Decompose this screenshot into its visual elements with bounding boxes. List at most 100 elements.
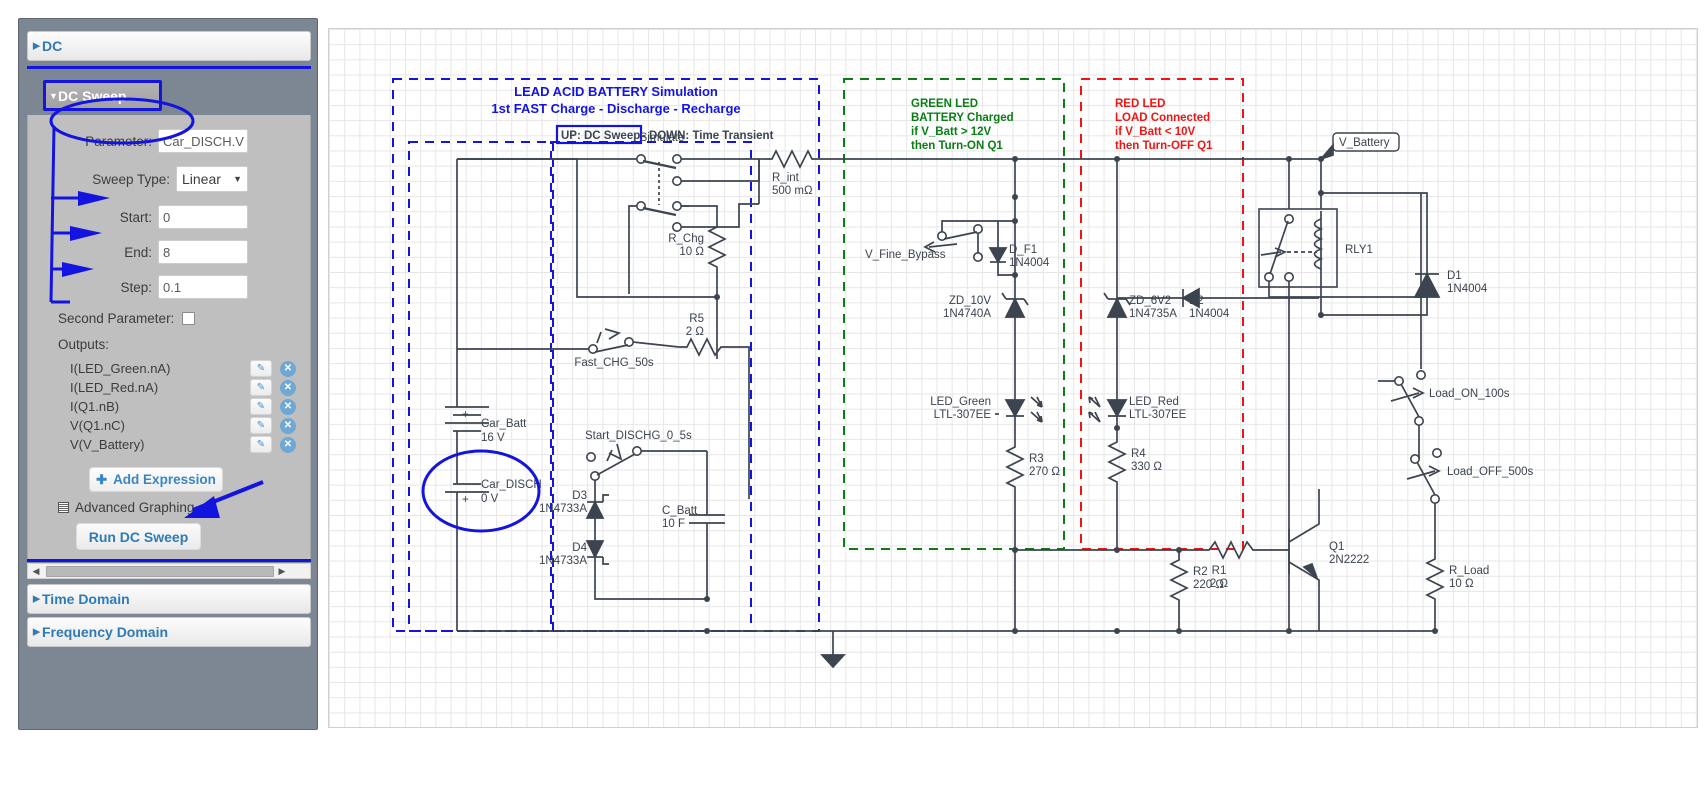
component-label-r4-name: R4 [1131, 448, 1146, 460]
sidebar-section-time-domain[interactable]: ▶ Time Domain [27, 584, 311, 614]
scrollbar-thumb[interactable] [46, 565, 274, 577]
add-expression-button[interactable]: ✚ Add Expression [89, 467, 223, 492]
list-item: V(V_Battery) ✎ ✕ [70, 435, 296, 454]
delete-circle-icon[interactable]: ✕ [280, 417, 296, 434]
component-label-load-on: Load_ON_100s [1429, 388, 1510, 400]
switch-terminal [671, 222, 682, 233]
output-expression: V(Q1.nC) [70, 418, 125, 433]
component-label-zd-10v-value: 1N4740A [943, 308, 991, 320]
component-label-rly1: RLY1 [1345, 244, 1373, 256]
pencil-icon[interactable]: ✎ [250, 417, 272, 434]
component-label-r2-name: R2 [1193, 566, 1208, 578]
plus-icon: ✚ [96, 471, 108, 487]
component-label-car-batt-value: 16 V [481, 432, 505, 444]
chevron-right-icon: ▶ [33, 626, 40, 637]
component-label-r4-value: 330 Ω [1131, 461, 1162, 473]
delete-circle-icon[interactable]: ✕ [280, 398, 296, 415]
component-label-r-load-name: R_Load [1449, 565, 1489, 577]
scroll-left-arrow-icon[interactable]: ◀ [28, 566, 44, 577]
component-label-r-chg-name: R_Chg [668, 233, 704, 245]
advanced-graphing-link[interactable]: Advanced Graphing... [58, 500, 206, 515]
parameter-label: Parameter: [85, 133, 152, 149]
sidebar-section-time-domain-label: Time Domain [42, 591, 130, 607]
scroll-right-arrow-icon[interactable]: ▶ [274, 566, 290, 577]
second-parameter-row: Second Parameter: [58, 311, 196, 326]
sidebar-section-dc[interactable]: ▶ DC [27, 31, 311, 61]
run-dc-sweep-label: Run DC Sweep [88, 528, 189, 545]
component-label-r-int-value: 500 mΩ [772, 185, 813, 197]
dc-sweep-panel-body: Parameter: Car_DISCH.V Sweep Type: Linea… [27, 115, 311, 559]
sidebar-section-dc-sweep[interactable]: ▼ DC Sweep [43, 80, 162, 111]
component-label-c-batt-value: 10 F [662, 518, 685, 530]
component-label-r-load-value: 10 Ω [1449, 578, 1474, 590]
delete-circle-icon[interactable]: ✕ [280, 360, 296, 377]
relay-terminal [1263, 272, 1274, 283]
red-note-line2: LOAD Connected [1115, 112, 1210, 124]
junction-dot [1114, 156, 1120, 162]
chevron-right-icon: ▶ [33, 40, 40, 51]
red-note-line3: if V_Batt < 10V [1115, 126, 1196, 138]
component-label-led-green-value: LTL-307EE [934, 409, 992, 421]
chevron-down-icon: ▼ [233, 174, 242, 184]
second-parameter-checkbox[interactable] [182, 312, 196, 325]
start-row: Start: 0 [28, 205, 310, 229]
pencil-icon[interactable]: ✎ [250, 398, 272, 415]
annotation-line-top [27, 66, 311, 69]
list-item: V(Q1.nC) ✎ ✕ [70, 416, 296, 435]
component-label-zd-6v2-value: 1N4735A [1129, 308, 1177, 320]
component-label-r1-name: R1 [1212, 565, 1227, 577]
component-label-d1-value: 1N4004 [1447, 283, 1488, 295]
delete-circle-icon[interactable]: ✕ [280, 436, 296, 453]
junction-dot [1012, 272, 1018, 278]
end-row: End: 8 [28, 240, 310, 264]
step-label: Step: [120, 279, 152, 295]
junction-dot [1012, 194, 1018, 200]
plus-sign-car-disch: + [462, 494, 469, 506]
sweep-type-row: Sweep Type: Linear ▼ [28, 166, 310, 192]
relay-terminal [1283, 272, 1294, 283]
junction-dot [1286, 628, 1292, 634]
switch-terminal [589, 470, 600, 481]
pencil-icon[interactable]: ✎ [250, 360, 272, 377]
sidebar-section-frequency-domain[interactable]: ▶ Frequency Domain [27, 617, 311, 647]
output-expression: I(LED_Red.nA) [70, 380, 159, 395]
component-label-r-chg-value: 10 Ω [679, 246, 704, 258]
horizontal-scrollbar[interactable]: ◀ ▶ [27, 563, 311, 579]
component-label-zd-6v2-name: ZD_6V2 [1129, 295, 1171, 307]
component-label-d4-name: D4 [572, 542, 587, 554]
pencil-icon[interactable]: ✎ [250, 436, 272, 453]
parameter-row: Parameter: Car_DISCH.V [28, 129, 310, 153]
sidebar-section-frequency-domain-label: Frequency Domain [42, 624, 169, 640]
switch-terminal [1410, 453, 1421, 464]
sweep-type-select[interactable]: Linear ▼ [176, 166, 248, 192]
start-input[interactable]: 0 [158, 205, 248, 229]
switch-terminal [1432, 447, 1443, 458]
sidebar-section-dc-sweep-label: DC Sweep [58, 87, 127, 104]
component-label-load-off: Load_OFF_500s [1447, 466, 1534, 478]
component-label-d2-value: 1N4004 [1189, 308, 1230, 320]
run-dc-sweep-button[interactable]: Run DC Sweep [76, 523, 201, 550]
end-input[interactable]: 8 [158, 240, 248, 264]
circuit-schematic: .w { stroke:#3c4450; stroke-width:1.7; f… [392, 78, 1534, 669]
delete-circle-icon[interactable]: ✕ [280, 379, 296, 396]
pencil-icon[interactable]: ✎ [250, 379, 272, 396]
switch-terminal [671, 154, 682, 165]
component-label-led-red-name: LED_Red [1129, 396, 1179, 408]
component-label-r-int-name: R_int [772, 172, 800, 184]
red-note-line1: RED LED [1115, 98, 1165, 110]
schematic-canvas[interactable]: .w { stroke:#3c4450; stroke-width:1.7; f… [328, 28, 1698, 728]
component-label-fast-chg: Fast_CHG_50s [574, 357, 654, 369]
schematic-title-line1: LEAD ACID BATTERY Simulation [514, 84, 718, 99]
component-label-r1-value: 2 Ω [1210, 578, 1229, 590]
component-label-d4-value: 1N4733A [539, 555, 587, 567]
green-note-line4: then Turn-ON Q1 [911, 140, 1003, 152]
component-label-r3-name: R3 [1029, 453, 1044, 465]
advanced-graphing-label: Advanced Graphing... [75, 500, 206, 515]
region-box-blue-inner-left [408, 141, 554, 632]
parameter-input[interactable]: Car_DISCH.V [158, 129, 248, 153]
switch-terminal [972, 252, 983, 263]
step-input[interactable]: 0.1 [158, 275, 248, 299]
junction-dot [1012, 156, 1018, 162]
step-row: Step: 0.1 [28, 275, 310, 299]
component-label-r3-value: 270 Ω [1029, 466, 1060, 478]
